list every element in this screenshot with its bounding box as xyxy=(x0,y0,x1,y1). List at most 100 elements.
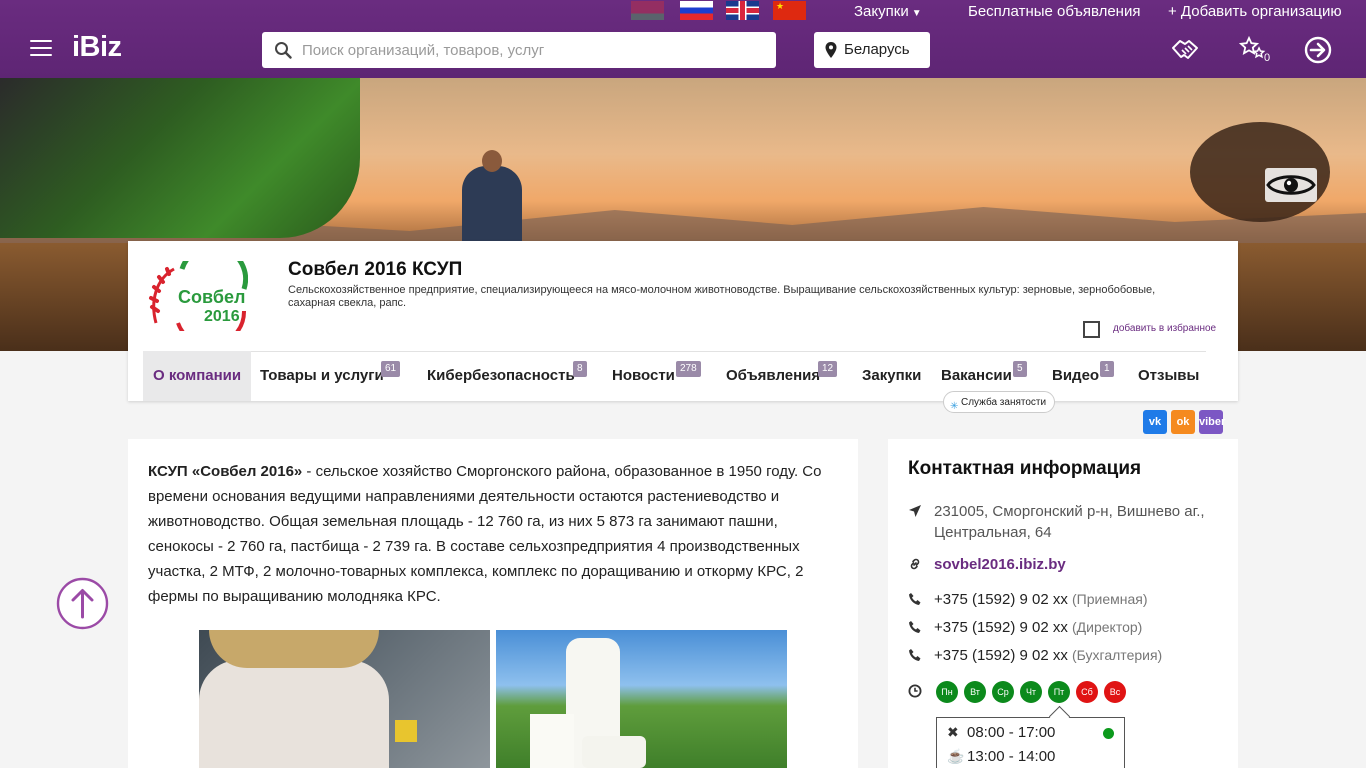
flag-belarus-icon[interactable] xyxy=(631,1,664,20)
favorites-count: 0 xyxy=(1264,52,1271,64)
tab-ads[interactable]: Объявления 12 xyxy=(726,351,846,401)
company-description: Сельскохозяйственное предприятие, специа… xyxy=(288,284,1156,309)
tab-label: Объявления xyxy=(726,367,821,384)
cow-photo[interactable] xyxy=(199,630,490,768)
phone-note: (Приемная) xyxy=(1072,591,1148,607)
contact-info-panel: Контактная информация 231005, Сморгонски… xyxy=(888,439,1238,768)
sparkle-icon: ✳ xyxy=(950,401,959,412)
vk-icon: vk xyxy=(1148,416,1162,428)
phone-icon xyxy=(909,593,921,605)
phone-number[interactable]: +375 (1592) 9 02 xx xyxy=(934,619,1068,636)
phone-number[interactable]: +375 (1592) 9 02 xx xyxy=(934,647,1068,664)
company-logo-text-2: 2016 xyxy=(204,308,240,325)
eye-icon[interactable] xyxy=(1265,168,1317,202)
phone-note: (Бухгалтерия) xyxy=(1072,647,1163,663)
contact-phone[interactable]: +375 (1592) 9 02 xx (Приемная) xyxy=(908,589,1148,610)
company-card: Совбел 2016 Совбел 2016 КСУП Сельскохозя… xyxy=(128,241,1238,401)
working-hours-popover: ✖ 08:00 - 17:00 ☕ 13:00 - 14:00 xyxy=(936,717,1125,768)
day-sunday[interactable]: Вс xyxy=(1104,681,1126,703)
handshake-icon[interactable] xyxy=(1170,34,1202,66)
tab-label: Закупки xyxy=(862,367,922,384)
add-organization-link[interactable]: + Добавить организацию xyxy=(1168,2,1342,22)
about-lead: КСУП «Совбел 2016» xyxy=(148,463,303,480)
phone-icon xyxy=(909,621,921,633)
phone-note: (Директор) xyxy=(1072,619,1143,635)
phone-icon xyxy=(909,649,921,661)
tab-products[interactable]: Товары и услуги 61 xyxy=(260,351,410,401)
tab-about[interactable]: О компании xyxy=(143,351,252,401)
login-icon[interactable] xyxy=(1302,34,1334,66)
employment-service-chip[interactable]: ✳ Служба занятости xyxy=(943,391,1056,413)
day-tuesday[interactable]: Вт xyxy=(964,681,986,703)
chevron-down-icon: ▼ xyxy=(911,8,922,19)
navigation-arrow-icon xyxy=(909,505,921,517)
tab-count-badge: 278 xyxy=(676,361,701,377)
viber-icon: viber xyxy=(1199,416,1226,428)
share-ok-button[interactable]: ok xyxy=(1171,410,1195,434)
about-section: КСУП «Совбел 2016» - сельское хозяйство … xyxy=(128,439,858,768)
contact-info-title: Контактная информация xyxy=(908,458,1142,479)
website-link[interactable]: sovbel2016.ibiz.by xyxy=(934,554,1066,575)
company-logo: Совбел 2016 xyxy=(149,261,248,331)
tools-icon: ✖ xyxy=(947,724,959,740)
tab-label: Товары и услуги xyxy=(260,367,384,384)
service-chip-label: Служба занятости xyxy=(961,397,1047,408)
free-ads-link[interactable]: Бесплатные объявления xyxy=(968,2,1140,22)
day-wednesday[interactable]: Ср xyxy=(992,681,1014,703)
tab-count-badge: 1 xyxy=(1100,361,1114,377)
coffee-cup-icon: ☕ xyxy=(947,748,965,764)
day-friday[interactable]: Пт xyxy=(1048,681,1070,703)
work-hours-text: 08:00 - 17:00 xyxy=(967,724,1056,741)
tab-count-badge: 8 xyxy=(573,361,587,377)
phone-number[interactable]: +375 (1592) 9 02 xx xyxy=(934,591,1068,608)
day-monday[interactable]: Пн xyxy=(936,681,958,703)
contact-phone[interactable]: +375 (1592) 9 02 xx (Директор) xyxy=(908,617,1142,638)
procurement-menu[interactable]: Закупки ▼ xyxy=(854,2,922,24)
tab-label: Новости xyxy=(612,367,675,384)
tab-cybersecurity[interactable]: Кибербезопасность 8 xyxy=(427,351,597,401)
tab-video[interactable]: Видео 1 xyxy=(1052,351,1122,401)
contact-phone[interactable]: +375 (1592) 9 02 xx (Бухгалтерия) xyxy=(908,645,1162,666)
tab-count-badge: 5 xyxy=(1013,361,1027,377)
day-saturday[interactable]: Сб xyxy=(1076,681,1098,703)
work-hours-row: ✖ 08:00 - 17:00 xyxy=(947,724,1055,741)
procurement-label: Закупки xyxy=(854,3,909,20)
clock-icon xyxy=(908,684,922,698)
flag-uk-icon[interactable] xyxy=(726,1,759,20)
flag-russia-icon[interactable] xyxy=(680,1,713,20)
about-body: - сельское хозяйство Сморгонского района… xyxy=(148,463,822,605)
hamburger-menu-icon[interactable] xyxy=(30,40,52,56)
address-text: 231005, Сморгонский р-н, Вишнево аг., Це… xyxy=(934,503,1205,541)
site-logo[interactable]: iBiz xyxy=(72,31,122,64)
contact-address: 231005, Сморгонский р-н, Вишнево аг., Це… xyxy=(908,501,1218,543)
tab-reviews[interactable]: Отзывы xyxy=(1138,351,1199,401)
dairy-products-photo[interactable] xyxy=(496,630,787,768)
location-pin-icon xyxy=(825,42,837,58)
top-header: ★ Закупки ▼ Бесплатные объявления + Добав… xyxy=(0,0,1366,78)
tab-label: Отзывы xyxy=(1138,367,1200,384)
contact-website[interactable]: sovbel2016.ibiz.by xyxy=(908,554,1066,575)
tab-procurement[interactable]: Закупки xyxy=(862,351,921,401)
day-thursday[interactable]: Чт xyxy=(1020,681,1042,703)
search-box[interactable] xyxy=(262,32,776,68)
share-viber-button[interactable]: viber xyxy=(1199,410,1226,434)
region-label: Беларусь xyxy=(844,41,910,58)
region-selector[interactable]: Беларусь xyxy=(814,32,930,68)
add-favorite-label[interactable]: добавить в избранное xyxy=(1113,323,1216,334)
tab-label: О компании xyxy=(153,367,242,384)
company-name: Совбел 2016 КСУП xyxy=(288,259,463,280)
share-vk-button[interactable]: vk xyxy=(1143,410,1167,434)
scroll-up-icon[interactable] xyxy=(56,577,109,630)
lunch-hours-row: ☕ 13:00 - 14:00 xyxy=(947,748,1055,765)
tab-label: Видео xyxy=(1052,367,1100,384)
odnoklassniki-icon: ok xyxy=(1176,416,1190,428)
add-favorite-checkbox[interactable] xyxy=(1083,321,1100,338)
tab-count-badge: 61 xyxy=(381,361,401,377)
tab-news[interactable]: Новости 278 xyxy=(612,351,708,401)
tab-label: Кибербезопасность xyxy=(427,367,575,384)
tab-count-badge: 12 xyxy=(818,361,838,377)
tab-label: Вакансии xyxy=(941,367,1012,384)
search-input[interactable] xyxy=(302,32,762,68)
lunch-hours-text: 13:00 - 14:00 xyxy=(967,748,1056,765)
flag-china-icon[interactable]: ★ xyxy=(773,1,806,20)
